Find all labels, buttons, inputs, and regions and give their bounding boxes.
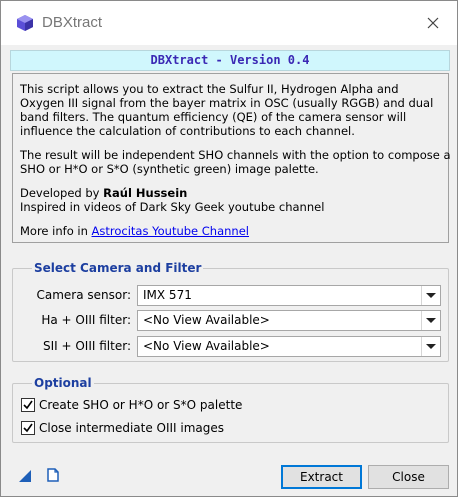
youtube-link[interactable]: Astrocitas Youtube Channel [92,224,249,238]
developer-name: Raúl Hussein [103,186,188,200]
info-line: influence the calculation of contributio… [20,124,355,138]
more-info-prefix: More info in [20,224,92,238]
developed-by: Developed by Raúl Hussein [20,186,187,200]
documentation-icon[interactable] [46,468,60,482]
camera-sensor-value: IMX 571 [143,288,192,302]
chevron-down-icon[interactable] [421,286,440,305]
dbxtract-cube-icon [17,15,33,31]
title-bar[interactable]: DBXtract [1,1,457,45]
ha-oiii-filter-select[interactable]: <No View Available> [137,310,441,331]
info-line: This script allows you to extract the Su… [20,82,399,96]
developed-prefix: Developed by [20,186,104,200]
sii-oiii-filter-value: <No View Available> [143,339,270,353]
camera-group-title: Select Camera and Filter [32,261,204,275]
sho-palette-label[interactable]: Create SHO or H*O or S*O palette [39,398,242,412]
ha-oiii-filter-value: <No View Available> [143,313,270,327]
chevron-down-icon[interactable] [421,311,440,330]
info-line: band filters. The quantum efficiency (QE… [20,110,407,124]
info-box: This script allows you to extract the Su… [12,73,451,243]
inspired-line: Inspired in videos of Dark Sky Geek yout… [20,200,325,214]
new-instance-icon[interactable] [18,469,32,483]
sii-oiii-filter-label: SII + OIII filter: [42,339,131,353]
more-info: More info in Astrocitas Youtube Channel [20,224,249,238]
close-oiii-checkbox[interactable] [21,421,35,435]
optional-group-title: Optional [32,376,94,390]
extract-button[interactable]: Extract [281,465,362,489]
checkmark-icon [23,423,33,433]
version-banner: DBXtract - Version 0.4 [10,50,450,71]
info-line: SHO or H*O or S*O (synthetic green) imag… [20,162,319,176]
chevron-down-icon[interactable] [421,337,440,356]
checkmark-icon [23,400,33,410]
info-line: The result will be independent SHO chann… [20,148,451,162]
sii-oiii-filter-select[interactable]: <No View Available> [137,336,441,357]
camera-sensor-select[interactable]: IMX 571 [137,285,441,306]
ha-oiii-filter-label: Ha + OIII filter: [41,313,131,327]
info-line: Oxygen III signal from the bayer matrix … [20,96,434,110]
dbxtract-dialog: DBXtract DBXtract - Version 0.4 This scr… [0,0,458,497]
camera-sensor-label: Camera sensor: [36,288,131,302]
close-oiii-label[interactable]: Close intermediate OIII images [39,421,224,435]
sho-palette-checkbox[interactable] [21,398,35,412]
close-button[interactable]: Close [368,465,449,489]
close-icon[interactable] [423,13,443,33]
window-title: DBXtract [42,14,103,31]
